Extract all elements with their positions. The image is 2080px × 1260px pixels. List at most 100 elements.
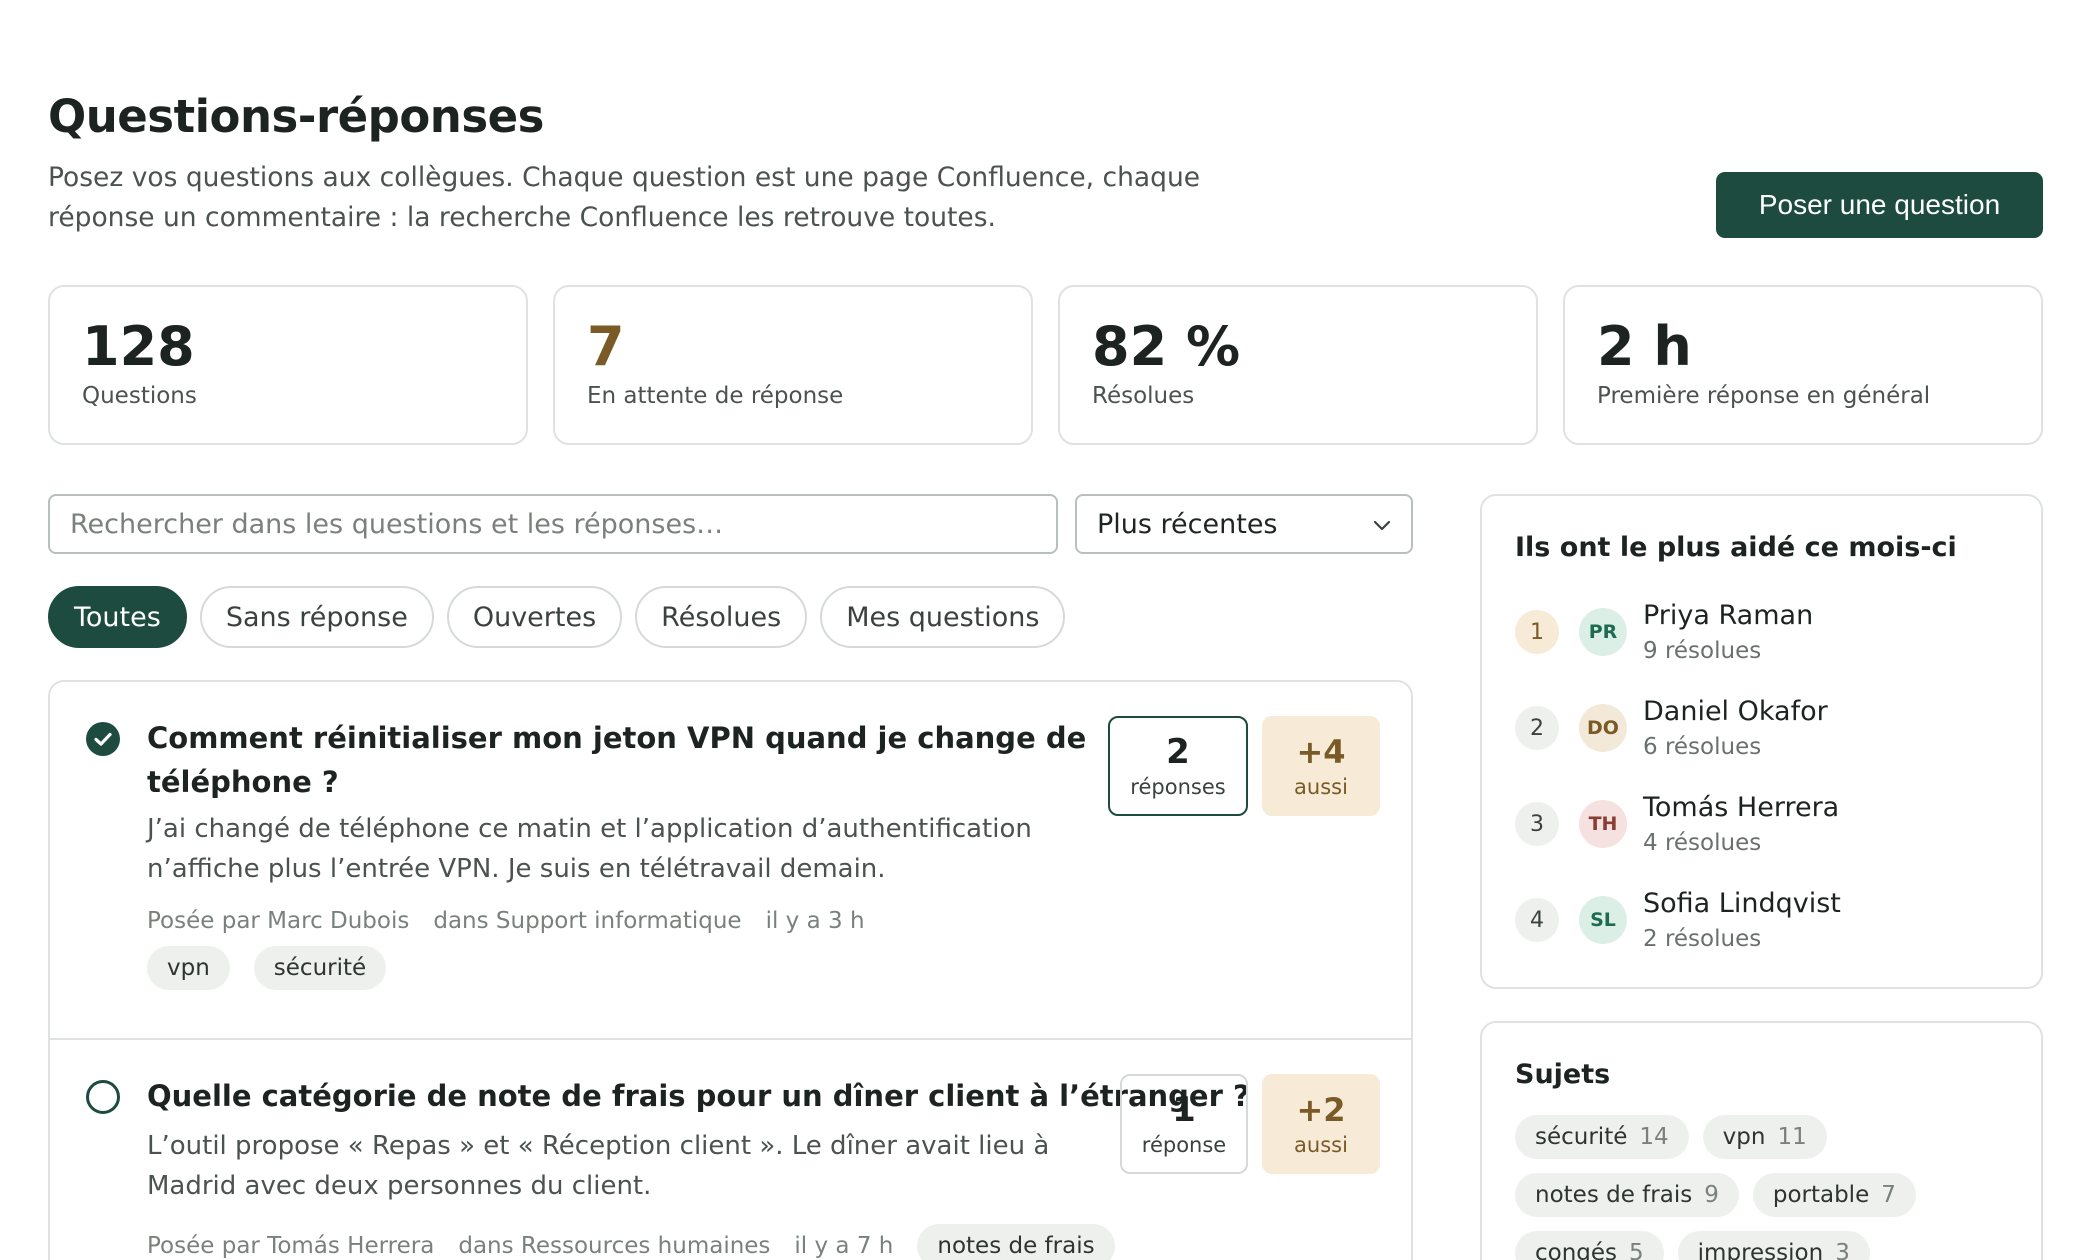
question-meta: Posée par Tomás Herrera dans Ressources …	[147, 1224, 1147, 1260]
filter-all[interactable]: Toutes	[48, 586, 187, 648]
question-space: dans Support informatique	[433, 908, 742, 934]
stat-label: Première réponse en général	[1597, 383, 1931, 409]
stat-value: 7	[587, 315, 625, 378]
stat-label: En attente de réponse	[587, 383, 844, 409]
check-circle-icon	[86, 722, 120, 756]
excerpt-line: Madrid avec deux personnes du client.	[147, 1171, 652, 1201]
helper-name: Tomás Herrera	[1643, 792, 1840, 823]
stat-label: Questions	[82, 383, 197, 409]
stat-card-questions: 128 Questions	[48, 285, 528, 445]
helper-row[interactable]: 3 TH Tomás Herrera 4 résolues	[1515, 792, 2015, 862]
sort-value: Plus récentes	[1097, 508, 1278, 540]
helper-rank: 2	[1515, 706, 1559, 750]
topic-count: 11	[1777, 1124, 1807, 1150]
helper-row[interactable]: 2 DO Daniel Okafor 6 résolues	[1515, 696, 2015, 766]
question-time: il y a 7 h	[794, 1233, 894, 1259]
qa-page: Questions-réponses Posez vos questions a…	[48, 0, 2043, 1260]
helper-name: Sofia Lindqvist	[1643, 888, 1841, 919]
question-author: Posée par Tomás Herrera	[147, 1233, 435, 1259]
topic-chip[interactable]: vpn 11	[1702, 1115, 1827, 1159]
topic-list: sécurité 14 vpn 11 notes de frais 9 portabl…	[1515, 1115, 2015, 1260]
stat-value: 128	[82, 315, 195, 378]
also-count: +2	[1296, 1091, 1346, 1129]
helper-resolved: 4 résolues	[1643, 830, 1762, 856]
topic-name: sécurité	[1535, 1124, 1628, 1150]
avatar: SL	[1579, 896, 1627, 944]
helper-row[interactable]: 1 PR Priya Raman 9 résolues	[1515, 600, 2015, 670]
answer-count-value: 1	[1172, 1090, 1196, 1130]
question-excerpt: J’ai changé de téléphone ce matin et l’a…	[147, 809, 1032, 889]
question-title-line: téléphone ?	[147, 765, 339, 799]
excerpt-line: L’outil propose « Repas » et « Réception…	[147, 1131, 1050, 1161]
answer-count: 1 réponse	[1120, 1074, 1248, 1174]
question-list: Comment réinitialiser mon jeton VPN quan…	[48, 680, 1413, 1260]
top-helpers-card: Ils ont le plus aidé ce mois-ci 1 PR Pri…	[1480, 494, 2043, 989]
page-subtitle: Posez vos questions aux collègues. Chaqu…	[48, 162, 1201, 233]
topic-chip[interactable]: portable 7	[1752, 1173, 1916, 1217]
helper-rank: 4	[1515, 898, 1559, 942]
question-title[interactable]: Comment réinitialiser mon jeton VPN quan…	[147, 716, 1086, 804]
avatar: PR	[1579, 608, 1627, 656]
question-meta: Posée par Marc Dubois dans Support infor…	[147, 908, 967, 990]
topic-chip[interactable]: impression 3	[1677, 1231, 1870, 1260]
filter-unanswered[interactable]: Sans réponse	[199, 586, 434, 648]
stat-value: 82 %	[1092, 315, 1241, 378]
stat-value: 2 h	[1597, 315, 1692, 378]
question-item[interactable]: Quelle catégorie de note de frais pour u…	[50, 1042, 1411, 1260]
question-space: dans Ressources humaines	[458, 1233, 771, 1259]
top-helpers-title: Ils ont le plus aidé ce mois-ci	[1515, 532, 1957, 563]
helper-row[interactable]: 4 SL Sofia Lindqvist 2 résolues	[1515, 888, 2015, 958]
helper-name: Daniel Okafor	[1643, 696, 1828, 727]
excerpt-line: J’ai changé de téléphone ce matin et l’a…	[147, 814, 1032, 844]
answer-count-label: réponses	[1130, 775, 1226, 799]
topic-name: portable	[1772, 1182, 1870, 1208]
also-count: +4	[1296, 733, 1346, 771]
answer-count-value: 2	[1166, 732, 1190, 772]
tag[interactable]: sécurité	[253, 946, 387, 990]
filter-tabs: Toutes Sans réponse Ouvertes Résolues Me…	[48, 586, 1066, 648]
helper-resolved: 9 résolues	[1643, 638, 1762, 664]
helper-rank: 3	[1515, 802, 1559, 846]
helper-resolved: 6 résolues	[1643, 734, 1762, 760]
page-title: Questions-réponses	[48, 90, 544, 143]
also-interested-badge[interactable]: +4 aussi	[1262, 716, 1380, 816]
answer-count-label: réponse	[1141, 1133, 1227, 1157]
filter-mine[interactable]: Mes questions	[820, 586, 1066, 648]
question-title[interactable]: Quelle catégorie de note de frais pour u…	[147, 1074, 1250, 1118]
topic-chip[interactable]: sécurité 14	[1515, 1115, 1689, 1159]
question-excerpt: L’outil propose « Repas » et « Réception…	[147, 1126, 1049, 1206]
topics-title: Sujets	[1515, 1059, 1611, 1090]
question-time: il y a 3 h	[765, 908, 865, 934]
stat-label: Résolues	[1092, 383, 1195, 409]
filter-open[interactable]: Ouvertes	[446, 586, 623, 648]
avatar: TH	[1579, 800, 1627, 848]
ask-question-button[interactable]: Poser une question	[1716, 172, 2043, 238]
sort-select[interactable]: Plus récentes	[1075, 494, 1413, 554]
question-title-line: Quelle catégorie de note de frais pour u…	[147, 1079, 1250, 1113]
topic-name: notes de frais	[1535, 1182, 1693, 1208]
topic-chip[interactable]: congés 5	[1515, 1231, 1664, 1260]
also-label: aussi	[1294, 1133, 1348, 1157]
stat-card-pending: 7 En attente de réponse	[553, 285, 1033, 445]
topic-count: 9	[1704, 1182, 1719, 1208]
question-author: Posée par Marc Dubois	[147, 908, 410, 934]
stats-row: 128 Questions 7 En attente de réponse 82…	[48, 285, 2043, 445]
topic-name: impression	[1697, 1240, 1824, 1260]
answer-count: 2 réponses	[1108, 716, 1248, 816]
filter-resolved[interactable]: Résolues	[635, 586, 808, 648]
topic-count: 3	[1835, 1240, 1850, 1260]
helper-rank: 1	[1515, 610, 1559, 654]
tag[interactable]: notes de frais	[917, 1224, 1115, 1260]
topic-count: 7	[1881, 1182, 1896, 1208]
topic-chip[interactable]: notes de frais 9	[1515, 1173, 1739, 1217]
tag[interactable]: vpn	[147, 946, 230, 990]
search-input[interactable]	[48, 494, 1058, 554]
open-circle-icon	[86, 1080, 120, 1114]
stat-card-resolved: 82 % Résolues	[1058, 285, 1538, 445]
helper-name: Priya Raman	[1643, 600, 1814, 631]
topic-count: 14	[1639, 1124, 1669, 1150]
helper-resolved: 2 résolues	[1643, 926, 1762, 952]
also-label: aussi	[1294, 775, 1348, 799]
question-item[interactable]: Comment réinitialiser mon jeton VPN quan…	[50, 682, 1411, 1040]
also-interested-badge[interactable]: +2 aussi	[1262, 1074, 1380, 1174]
